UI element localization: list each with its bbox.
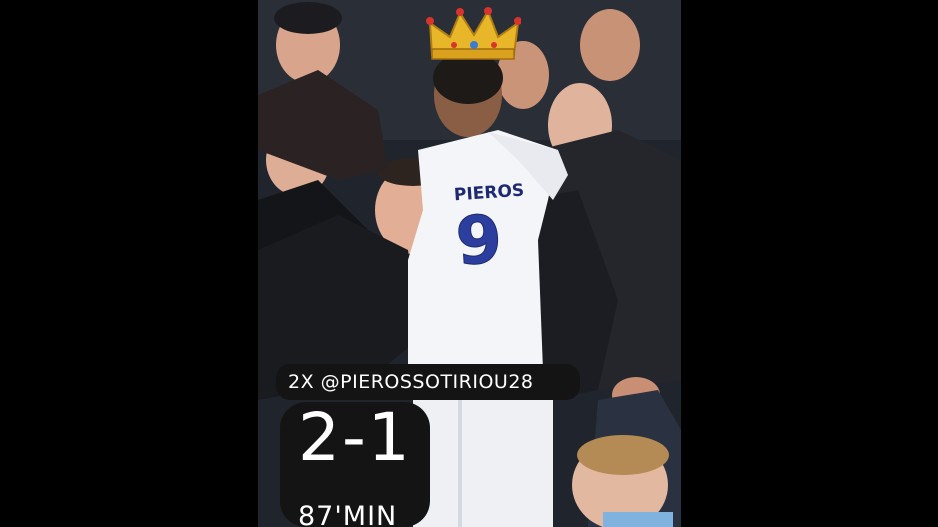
story-frame: PIEROS 9 2X @PIEROSSOTIRIOU28 2-1 87'MIN [258,0,681,527]
match-minute: 87'MIN [298,501,398,527]
crown-sticker [426,7,521,60]
shirt-number: 9 [453,200,505,281]
match-score: 2-1 [298,399,412,476]
story-caption-mention: 2X @PIEROSSOTIRIOU28 [276,364,580,400]
